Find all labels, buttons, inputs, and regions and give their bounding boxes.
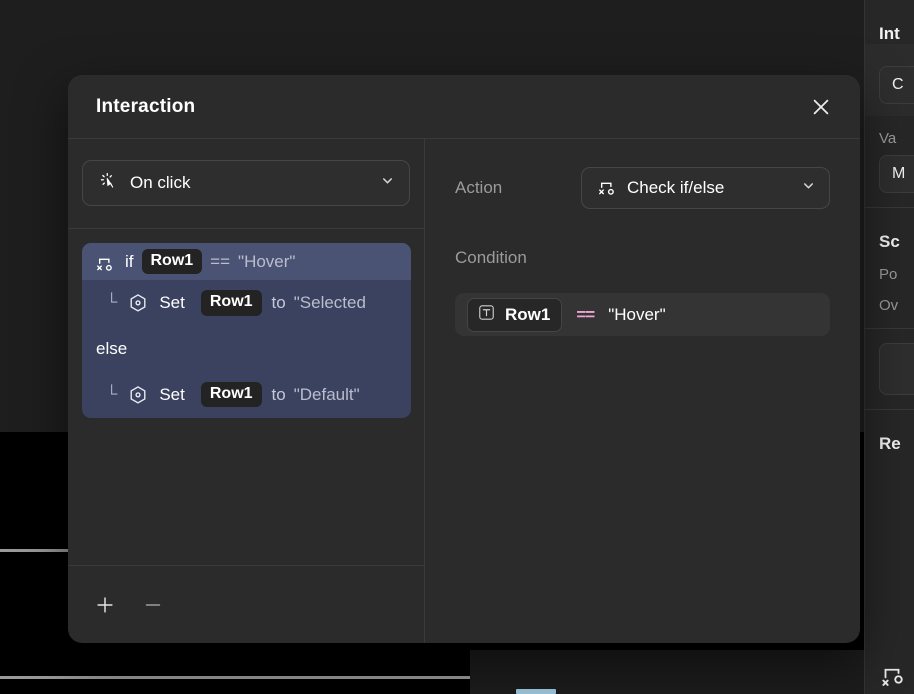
step-variable-chip[interactable]: Row1 [141, 248, 203, 275]
condition-operator: == [576, 304, 595, 324]
canvas-blue-chip [516, 689, 556, 694]
action-row: Action Check if/else [455, 167, 830, 209]
steps-footer [68, 565, 424, 643]
inspector-label-overflow: Ov [879, 297, 899, 314]
cursor-click-icon [98, 170, 119, 196]
canvas-divider-line-2 [0, 676, 470, 679]
trigger-select[interactable]: On click [82, 160, 410, 206]
add-step-button[interactable] [94, 594, 116, 616]
remove-step-button[interactable] [142, 594, 164, 616]
step-value: "Default" [293, 384, 360, 404]
trigger-select-label: On click [130, 173, 191, 192]
trigger-zone: On click [68, 139, 424, 229]
branch-if-else-icon [94, 251, 115, 272]
step-variable-chip[interactable]: Row1 [200, 290, 262, 316]
step-row-set-selected[interactable]: └ Set Row1 to "Selected [82, 280, 411, 326]
inspector-field-2[interactable]: M [879, 155, 914, 193]
step-row-if[interactable]: if Row1 == "Hover" [82, 243, 411, 280]
step-connector: to [271, 384, 286, 404]
chevron-down-icon [801, 178, 816, 198]
steps-zone: if Row1 == "Hover" └ Set Row1 to "Select… [68, 229, 424, 565]
step-keyword-if: if [125, 251, 134, 271]
set-hex-icon [127, 384, 149, 406]
interaction-modal: Interaction On click if Row1 == "Hover" … [68, 75, 860, 643]
inspector-label-position: Po [879, 266, 898, 283]
chevron-down-icon [380, 173, 395, 193]
inspector-side-panel: Int C Va M Sc Po Ov Re [864, 0, 914, 694]
close-icon[interactable] [804, 90, 838, 124]
step-operator: == [210, 251, 231, 271]
modal-header: Interaction [68, 75, 860, 139]
text-type-icon [477, 303, 496, 327]
inspector-heading-responsive: Re [879, 434, 901, 453]
action-select-label: Check if/else [627, 178, 725, 197]
step-value: "Selected [293, 293, 366, 312]
canvas-backdrop-lower-right [470, 650, 914, 694]
condition-value: "Hover" [608, 304, 666, 324]
inspector-heading-scroll: Sc [879, 232, 900, 251]
step-value: "Hover" [238, 251, 296, 271]
action-select[interactable]: Check if/else [581, 167, 830, 209]
step-row-else[interactable]: else [82, 326, 411, 371]
inspector-section-interaction: Int [865, 0, 914, 44]
branch-if-else-icon [879, 660, 905, 691]
inspector-band-field-1: C [865, 44, 914, 116]
inspector-field-3[interactable] [879, 343, 914, 395]
action-label: Action [455, 178, 503, 197]
step-keyword-set: Set [159, 384, 185, 404]
steps-column: On click if Row1 == "Hover" └ Set Row1 t… [68, 139, 425, 643]
condition-card[interactable]: Row1 == "Hover" [455, 293, 830, 336]
condition-variable-chip[interactable]: Row1 [467, 297, 563, 332]
inspector-field-1[interactable]: C [879, 66, 914, 104]
step-connector: to [271, 293, 286, 312]
inspector-heading-interaction: Int [879, 24, 900, 43]
step-group: if Row1 == "Hover" └ Set Row1 to "Select… [82, 243, 411, 418]
step-variable-chip[interactable]: Row1 [200, 381, 262, 408]
step-keyword-set: Set [159, 293, 185, 312]
branch-if-else-icon [596, 175, 617, 201]
condition-variable-name: Row1 [505, 304, 551, 324]
condition-label: Condition [455, 248, 527, 267]
tree-elbow-icon: └ [106, 294, 118, 311]
tree-elbow-icon: └ [106, 385, 118, 403]
screen-root: Int C Va M Sc Po Ov Re Interaction On cl… [0, 0, 914, 694]
inspector-divider-2 [865, 328, 914, 329]
detail-column: Action Check if/else Condition Row1 == "… [425, 139, 860, 643]
step-keyword-else: else [96, 338, 128, 358]
page-title: Interaction [96, 95, 196, 117]
modal-body: On click if Row1 == "Hover" └ Set Row1 t… [68, 139, 860, 643]
step-row-set-default[interactable]: └ Set Row1 to "Default" [82, 371, 411, 418]
inspector-label-variable: Va [879, 130, 897, 147]
set-hex-icon [127, 292, 149, 314]
